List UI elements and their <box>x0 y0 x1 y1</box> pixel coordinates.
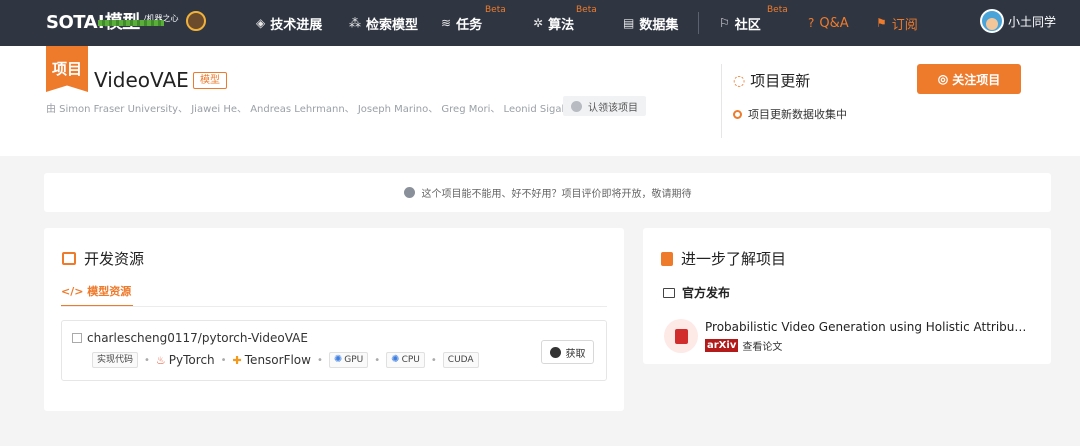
updates-title: ◌ 项目更新 <box>733 70 810 91</box>
project-ribbon: 项目 <box>46 46 88 92</box>
code-icon: </> <box>61 285 88 298</box>
repo-name: charlescheng0117/pytorch-VideoVAE <box>87 331 308 345</box>
dev-resources-card: 开发资源 </> 模型资源 charlescheng0117/pytorch-V… <box>44 228 624 411</box>
beta-badge: Beta <box>576 5 597 15</box>
framework-pytorch: ♨ PyTorch <box>155 353 215 367</box>
claim-project-button[interactable]: 认领该项目 <box>563 96 646 116</box>
nav-tech-progress[interactable]: ◈ 技术进展 <box>256 0 322 46</box>
learn-more-card: 进一步了解项目 官方发布 Probabilistic Video Generat… <box>643 228 1051 364</box>
logo-mascot-icon <box>186 11 206 31</box>
evaluation-notice: 这个项目能不能用、好不好用？项目评价即将开放，敬请期待 <box>44 173 1051 212</box>
nav-community[interactable]: ⚐ 社区 <box>719 0 761 46</box>
gpu-chip: ✺ GPU <box>328 352 369 368</box>
learn-title-label: 进一步了解项目 <box>681 250 787 268</box>
bookmark-icon: ⚑ <box>876 16 887 30</box>
nav-divider <box>698 12 699 34</box>
nav-search-models[interactable]: ⁂ 检索模型 <box>349 0 418 46</box>
user-menu[interactable]: 小土同学 <box>980 9 1056 33</box>
nav-datasets[interactable]: ▤ 数据集 <box>623 0 678 46</box>
tab-label: 模型资源 <box>87 285 132 298</box>
arxiv-logo: arXiv <box>705 339 739 352</box>
beta-badge: Beta <box>767 5 788 15</box>
resource-icon <box>62 252 76 265</box>
dev-title-label: 开发资源 <box>84 250 145 268</box>
nav-algorithms[interactable]: ✲ 算法 <box>533 0 574 46</box>
nav-label: 算法 <box>548 17 575 33</box>
beta-badge: Beta <box>485 5 506 15</box>
page-title: VideoVAE <box>94 68 189 92</box>
official-release-heading: 官方发布 <box>663 284 730 301</box>
updates-title-label: 项目更新 <box>750 72 811 90</box>
get-code-button[interactable]: 获取 <box>541 340 594 364</box>
learn-more-title: 进一步了解项目 <box>661 248 786 269</box>
nav-qa[interactable]: ? Q&A <box>808 0 849 46</box>
nav-label: 检索模型 <box>366 17 419 33</box>
algorithm-icon: ✲ <box>533 16 544 30</box>
layers-icon: ◈ <box>256 16 266 30</box>
info-icon <box>403 187 415 198</box>
stack-icon: ≋ <box>441 16 452 30</box>
follow-project-button[interactable]: ◎ 关注项目 <box>917 64 1021 94</box>
question-icon: ? <box>808 16 815 30</box>
github-icon <box>549 346 561 358</box>
cuda-chip: CUDA <box>442 352 479 368</box>
nav-tasks[interactable]: ≋ 任务 <box>441 0 482 46</box>
view-paper-label: 查看论文 <box>742 342 783 353</box>
monitor-icon <box>663 287 675 298</box>
repo-tags: 实现代码 • ♨ PyTorch • ✚ TensorFlow • ✺ GPU • ✺… <box>92 352 479 368</box>
top-navbar: SOTA!模型 /机器之心 ◈ 技术进展 ⁂ 检索模型 ≋ 任务 Beta ✲ … <box>0 0 1080 46</box>
gear-icon: ✺ <box>391 354 400 365</box>
framework-tensorflow: ✚ TensorFlow <box>232 353 311 367</box>
nav-label: Q&A <box>819 15 849 31</box>
chat-icon: ◌ <box>733 72 746 89</box>
repo-icon <box>72 333 82 343</box>
nav-label: 订阅 <box>891 17 918 33</box>
nav-label: 技术进展 <box>270 17 323 33</box>
book-icon <box>661 251 673 266</box>
header-divider <box>721 64 722 138</box>
logo-grass-decoration <box>98 20 164 26</box>
repo-link[interactable]: charlescheng0117/pytorch-VideoVAE <box>72 331 308 345</box>
database-icon: ▤ <box>623 16 635 30</box>
user-name: 小土同学 <box>1008 14 1057 29</box>
nodes-icon: ⁂ <box>349 16 361 30</box>
pytorch-icon: ♨ <box>155 353 166 367</box>
paper-icon <box>664 319 698 353</box>
avatar <box>980 9 1004 33</box>
nav-label: 社区 <box>734 17 761 33</box>
follow-label: 关注项目 <box>952 72 1001 87</box>
nav-label: 任务 <box>456 17 483 33</box>
flag-icon: ⚐ <box>719 16 730 30</box>
user-icon <box>571 100 582 112</box>
updates-status-label: 项目更新数据收集中 <box>748 108 847 121</box>
paper-title[interactable]: Probabilistic Video Generation using Hol… <box>705 320 1030 334</box>
project-authors: 由 Simon Fraser University、 Jiawei He、 An… <box>46 104 588 115</box>
tab-model-resources[interactable]: </> 模型资源 <box>61 283 134 307</box>
gear-icon: ✺ <box>333 354 343 365</box>
tab-underline <box>61 306 607 307</box>
cpu-chip: ✺ CPU <box>386 352 425 368</box>
claim-label: 认领该项目 <box>588 102 638 114</box>
target-icon: ◎ <box>937 72 949 86</box>
official-release-label: 官方发布 <box>682 286 731 300</box>
tensorflow-icon: ✚ <box>232 353 242 367</box>
status-dot-icon <box>733 109 742 119</box>
nav-subscribe[interactable]: ⚑ 订阅 <box>876 0 918 46</box>
updates-status: 项目更新数据收集中 <box>733 106 847 122</box>
notice-text: 这个项目能不能用、好不好用？项目评价即将开放，敬请期待 <box>421 189 692 200</box>
repo-item: charlescheng0117/pytorch-VideoVAE 实现代码 •… <box>61 320 607 381</box>
project-type-tag: 模型 <box>193 72 227 89</box>
dev-resources-title: 开发资源 <box>62 248 144 269</box>
nav-label: 数据集 <box>639 17 679 33</box>
code-chip: 实现代码 <box>92 352 139 368</box>
view-paper-link[interactable]: arXiv 查看论文 <box>705 338 782 353</box>
get-label: 获取 <box>565 348 586 360</box>
